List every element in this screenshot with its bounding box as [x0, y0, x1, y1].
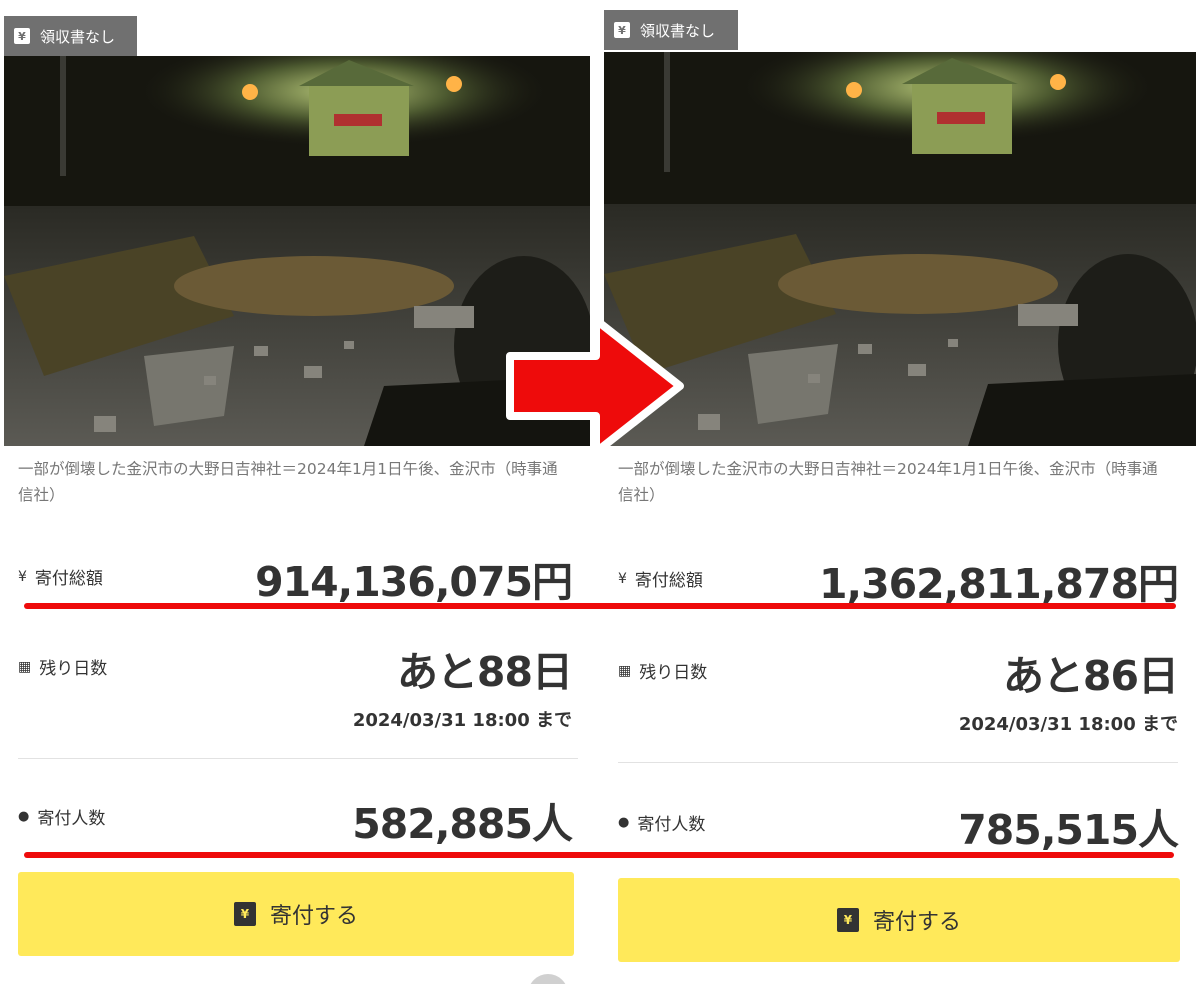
- divider: [618, 762, 1178, 763]
- shrine-damage-image: [604, 52, 1196, 446]
- deadline: 2024/03/31 18:00 まで: [958, 714, 1178, 735]
- remaining-label: 残り日数: [39, 659, 108, 679]
- remaining-days: あと86日: [1002, 652, 1179, 700]
- donate-button[interactable]: ¥ 寄付する: [18, 872, 574, 956]
- remaining-label: 残り日数: [639, 663, 708, 683]
- divider: [18, 758, 578, 759]
- deadline: 2024/03/31 18:00 まで: [352, 710, 572, 731]
- donate-button-label: 寄付する: [872, 910, 961, 935]
- total-underline: [24, 603, 1176, 609]
- yen-icon: ¥: [18, 568, 27, 585]
- yen-receipt-icon: ¥: [614, 22, 630, 38]
- left-panel: ¥ 領収書なし 一部が倒壊した金沢市の大野日吉神社＝2024年1月1日午後、金沢…: [4, 0, 592, 984]
- total-label-row: ¥ 寄付総額: [18, 564, 103, 590]
- donors-label-row: ● 寄付人数: [618, 810, 705, 835]
- total-amount: 914,136,075円: [255, 558, 573, 606]
- receipt-badge-label: 領収書なし: [640, 21, 716, 40]
- remaining-label-row: ▦ 残り日数: [18, 654, 108, 680]
- donors-label: 寄付人数: [637, 815, 706, 835]
- remaining-days: あと88日: [396, 648, 573, 696]
- donate-button-label: 寄付する: [269, 904, 358, 929]
- yen-receipt-icon: ¥: [14, 28, 30, 44]
- person-icon: ●: [18, 809, 30, 824]
- donation-box-icon: ¥: [836, 908, 859, 932]
- donate-button[interactable]: ¥ 寄付する: [618, 878, 1180, 962]
- donors-label: 寄付人数: [37, 809, 106, 829]
- receipt-badge: ¥ 領収書なし: [4, 16, 137, 56]
- red-arrow-icon: [506, 316, 684, 456]
- donor-underline: [24, 852, 1174, 858]
- shrine-photo: [604, 52, 1196, 446]
- calendar-icon: ▦: [618, 662, 632, 679]
- photo-caption: 一部が倒壊した金沢市の大野日吉神社＝2024年1月1日午後、金沢市（時事通信社）: [18, 460, 558, 504]
- donors-label-row: ● 寄付人数: [18, 804, 105, 829]
- remaining-label-row: ▦ 残り日数: [618, 658, 708, 684]
- total-amount: 1,362,811,878円: [818, 560, 1179, 608]
- calendar-icon: ▦: [18, 658, 32, 675]
- photo-caption: 一部が倒壊した金沢市の大野日吉神社＝2024年1月1日午後、金沢市（時事通信社）: [618, 460, 1158, 504]
- yen-icon: ¥: [618, 570, 627, 587]
- person-icon: ●: [618, 815, 630, 830]
- donation-box-icon: ¥: [233, 902, 256, 926]
- total-label-row: ¥ 寄付総額: [618, 566, 703, 592]
- receipt-badge: ¥ 領収書なし: [604, 10, 738, 50]
- total-label: 寄付総額: [634, 571, 703, 591]
- total-label: 寄付総額: [34, 569, 103, 589]
- receipt-badge-label: 領収書なし: [40, 27, 116, 46]
- comparison-screenshot: ¥ 領収書なし 一部が倒壊した金沢市の大野日吉神社＝2024年1月1日午後、金沢…: [0, 0, 1200, 984]
- donor-count: 582,885人: [352, 800, 573, 848]
- donor-count: 785,515人: [958, 806, 1179, 854]
- right-panel: ¥ 領収書なし 一部が倒壊した金沢市の大野日吉神社＝2024年1月1日午後、金沢…: [604, 0, 1196, 984]
